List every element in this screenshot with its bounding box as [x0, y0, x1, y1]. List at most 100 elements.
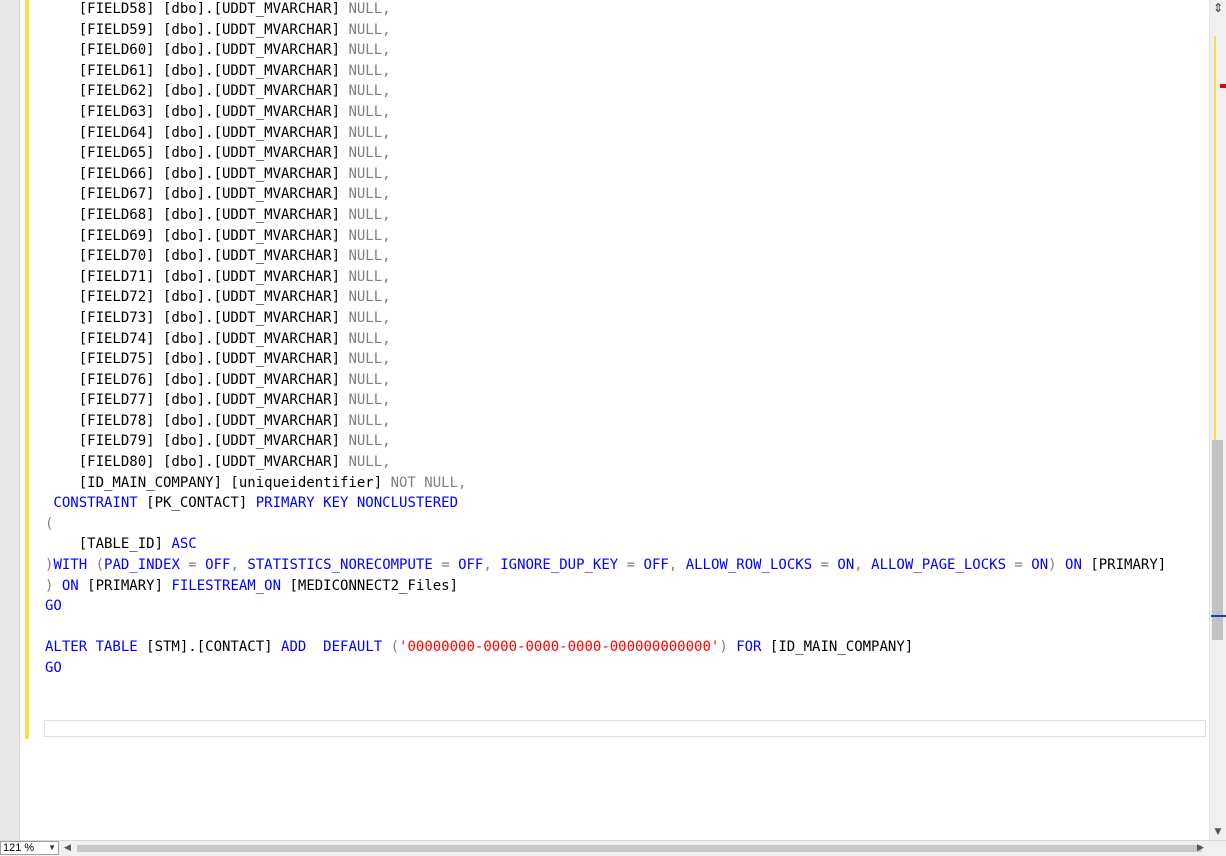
- null-keyword: NULL,: [348, 227, 391, 244]
- split-view-icon[interactable]: ⇕: [1211, 1, 1225, 15]
- keyword: FILESTREAM_ON: [171, 577, 282, 594]
- code-line: [FIELD77] [dbo].[UDDT_MVARCHAR] NULL,: [45, 390, 1166, 411]
- code-line: [TABLE_ID] ASC: [45, 534, 1166, 555]
- null-keyword: NULL,: [348, 103, 391, 120]
- null-keyword: NULL,: [348, 165, 391, 182]
- code-line: [FIELD69] [dbo].[UDDT_MVARCHAR] NULL,: [45, 226, 1166, 247]
- null-keyword: NULL,: [348, 351, 391, 368]
- code-editor[interactable]: [FIELD58] [dbo].[UDDT_MVARCHAR] NULL, [F…: [20, 0, 1209, 840]
- field-definition: [FIELD73] [dbo].[UDDT_MVARCHAR]: [45, 309, 349, 326]
- code-line: GO: [45, 596, 1166, 617]
- go-keyword: GO: [45, 660, 62, 676]
- field-definition: [FIELD77] [dbo].[UDDT_MVARCHAR]: [45, 392, 349, 409]
- code-line: [FIELD63] [dbo].[UDDT_MVARCHAR] NULL,: [45, 102, 1166, 123]
- null-keyword: NULL,: [348, 412, 391, 429]
- paren: (: [382, 639, 400, 656]
- field-definition: [FIELD71] [dbo].[UDDT_MVARCHAR]: [45, 268, 349, 285]
- field-definition: [FIELD76] [dbo].[UDDT_MVARCHAR]: [45, 371, 349, 388]
- field-definition: [FIELD59] [dbo].[UDDT_MVARCHAR]: [45, 21, 349, 38]
- null-keyword: NULL,: [348, 62, 391, 79]
- scroll-right-icon[interactable]: ▶: [1197, 842, 1207, 854]
- code-line: ALTER TABLE [STM].[CONTACT] ADD DEFAULT …: [45, 637, 1166, 658]
- null-keyword: NULL,: [348, 21, 391, 38]
- null-keyword: NULL,: [348, 42, 391, 59]
- field-definition: [FIELD72] [dbo].[UDDT_MVARCHAR]: [45, 289, 349, 306]
- null-keyword: NULL,: [348, 330, 391, 347]
- field-definition: [FIELD69] [dbo].[UDDT_MVARCHAR]: [45, 227, 349, 244]
- code-line: GO: [45, 658, 1166, 679]
- sql-code: [FIELD58] [dbo].[UDDT_MVARCHAR] NULL, [F…: [45, 0, 1166, 679]
- field-definition: [FIELD75] [dbo].[UDDT_MVARCHAR]: [45, 351, 349, 368]
- null-keyword: NULL,: [348, 433, 391, 450]
- code-line: [FIELD58] [dbo].[UDDT_MVARCHAR] NULL,: [45, 0, 1166, 20]
- field-definition: [FIELD80] [dbo].[UDDT_MVARCHAR]: [45, 454, 349, 471]
- code-line: [ID_MAIN_COMPANY] [uniqueidentifier] NOT…: [45, 473, 1166, 494]
- code-line: [FIELD67] [dbo].[UDDT_MVARCHAR] NULL,: [45, 184, 1166, 205]
- field-definition: [FIELD67] [dbo].[UDDT_MVARCHAR]: [45, 186, 349, 203]
- null-keyword: NULL,: [348, 186, 391, 203]
- null-keyword: NULL,: [348, 268, 391, 285]
- scrollbar-error-marker: [1220, 84, 1226, 88]
- option-keyword: STATISTICS_NORECOMPUTE: [247, 557, 433, 574]
- keyword: ADD: [281, 639, 307, 656]
- option-keyword: ALLOW_ROW_LOCKS: [685, 557, 813, 574]
- field-definition: [FIELD74] [dbo].[UDDT_MVARCHAR]: [45, 330, 349, 347]
- scrollbar-caret-marker: [1211, 615, 1226, 617]
- operator: =: [812, 557, 838, 574]
- null-keyword: NULL,: [348, 392, 391, 409]
- scroll-left-icon[interactable]: ◀: [64, 842, 74, 854]
- filegroup-name: [PRIMARY]: [78, 577, 172, 594]
- operator: =: [1006, 557, 1032, 574]
- keyword: PRIMARY KEY NONCLUSTERED: [255, 495, 459, 512]
- null-keyword: NULL,: [348, 371, 391, 388]
- code-line: [FIELD59] [dbo].[UDDT_MVARCHAR] NULL,: [45, 20, 1166, 41]
- scroll-down-icon[interactable]: ▼: [1212, 826, 1224, 838]
- field-definition: [FIELD63] [dbo].[UDDT_MVARCHAR]: [45, 103, 349, 120]
- option-value: OFF: [458, 557, 484, 574]
- null-keyword: NULL,: [348, 248, 391, 265]
- code-line: [FIELD78] [dbo].[UDDT_MVARCHAR] NULL,: [45, 411, 1166, 432]
- filegroup-name: [PRIMARY]: [1081, 557, 1167, 574]
- go-keyword: GO: [45, 598, 62, 615]
- paren: ): [719, 639, 728, 656]
- option-value: OFF: [643, 557, 669, 574]
- zoom-level: 121 %: [3, 842, 35, 854]
- line-gutter: [0, 0, 20, 840]
- field-definition: [ID_MAIN_COMPANY] [uniqueidentifier]: [45, 474, 391, 491]
- code-line: [FIELD66] [dbo].[UDDT_MVARCHAR] NULL,: [45, 164, 1166, 185]
- code-line: [FIELD80] [dbo].[UDDT_MVARCHAR] NULL,: [45, 452, 1166, 473]
- operator: =: [618, 557, 644, 574]
- keyword: WITH: [53, 557, 88, 574]
- code-line: [FIELD71] [dbo].[UDDT_MVARCHAR] NULL,: [45, 267, 1166, 288]
- code-line: ) WITH (PAD_INDEX = OFF, STATISTICS_NOREC…: [45, 555, 1166, 576]
- code-line: [FIELD64] [dbo].[UDDT_MVARCHAR] NULL,: [45, 123, 1166, 144]
- string-literal: '00000000-0000-0000-0000-000000000000': [399, 639, 720, 656]
- field-definition: [FIELD79] [dbo].[UDDT_MVARCHAR]: [45, 433, 349, 450]
- code-line: [FIELD74] [dbo].[UDDT_MVARCHAR] NULL,: [45, 329, 1166, 350]
- zoom-dropdown[interactable]: 121 % ▼: [0, 841, 59, 855]
- field-definition: [FIELD61] [dbo].[UDDT_MVARCHAR]: [45, 62, 349, 79]
- null-keyword: NULL,: [348, 1, 391, 17]
- operator: =: [432, 557, 459, 574]
- code-line: (: [45, 514, 1166, 535]
- vertical-scroll-thumb[interactable]: [1212, 440, 1223, 640]
- field-definition: [TABLE_ID]: [45, 536, 172, 553]
- field-definition: [FIELD60] [dbo].[UDDT_MVARCHAR]: [45, 42, 349, 59]
- horizontal-scroll-thumb[interactable]: [77, 845, 1202, 852]
- filegroup-name: [MEDICONNECT2_Files]: [281, 577, 459, 594]
- code-line: [FIELD72] [dbo].[UDDT_MVARCHAR] NULL,: [45, 287, 1166, 308]
- null-keyword: NOT NULL,: [390, 474, 467, 491]
- null-keyword: NULL,: [348, 454, 391, 471]
- keyword: ASC: [171, 536, 197, 553]
- keyword: CONSTRAINT: [45, 495, 138, 512]
- option-value: ON: [837, 557, 855, 574]
- separator: ,: [483, 557, 501, 574]
- keyword: ON: [1056, 557, 1082, 574]
- separator: ,: [230, 557, 248, 574]
- vertical-scrollbar[interactable]: [1209, 0, 1226, 840]
- option-value: ON: [1031, 557, 1049, 574]
- null-keyword: NULL,: [348, 145, 391, 162]
- code-line: [FIELD79] [dbo].[UDDT_MVARCHAR] NULL,: [45, 431, 1166, 452]
- field-definition: [FIELD66] [dbo].[UDDT_MVARCHAR]: [45, 165, 349, 182]
